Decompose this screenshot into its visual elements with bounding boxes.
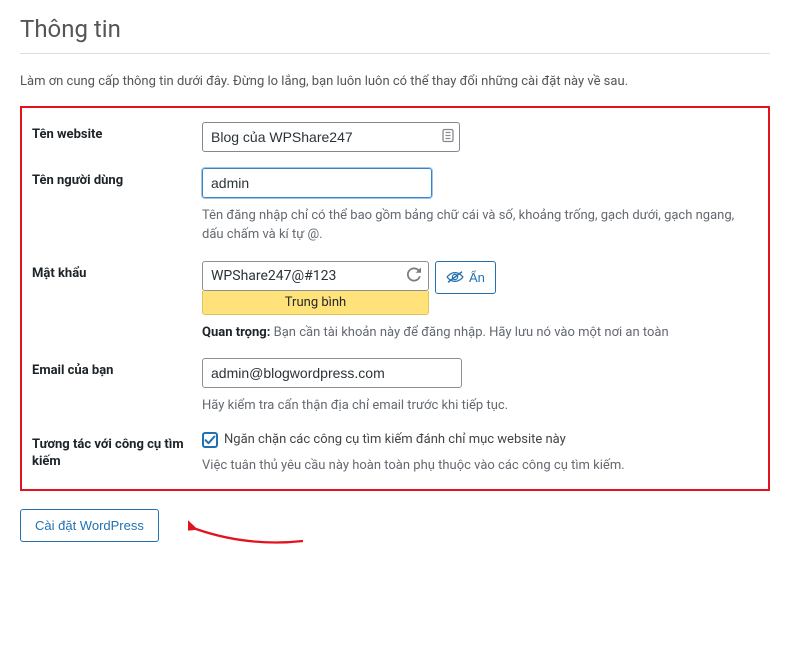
label-site-title: Tên website bbox=[26, 112, 196, 158]
form-table: Tên website Tên người dùng Tên đăng nhập… bbox=[26, 112, 764, 482]
eye-slash-icon bbox=[446, 270, 464, 284]
label-email: Email của bạn bbox=[26, 348, 196, 422]
highlight-box: Tên website Tên người dùng Tên đăng nhập… bbox=[20, 106, 770, 492]
intro-text: Làm ơn cung cấp thông tin dưới đây. Đừng… bbox=[20, 72, 770, 92]
hide-password-button[interactable]: Ẩn bbox=[435, 261, 496, 294]
password-important-note: Quan trọng: Bạn cần tài khoản này để đăn… bbox=[202, 323, 758, 343]
search-engine-checkbox-label: Ngăn chặn các công cụ tìm kiếm đánh chỉ … bbox=[224, 432, 566, 447]
label-username: Tên người dùng bbox=[26, 158, 196, 251]
divider bbox=[20, 53, 770, 54]
submit-row: Cài đặt WordPress bbox=[20, 509, 770, 555]
email-hint: Hãy kiểm tra cẩn thận địa chỉ email trướ… bbox=[202, 396, 758, 416]
row-site-title: Tên website bbox=[26, 112, 764, 158]
row-search-engine: Tương tác với công cụ tìm kiếm Ngăn chặn… bbox=[26, 422, 764, 482]
row-username: Tên người dùng Tên đăng nhập chỉ có thể … bbox=[26, 158, 764, 251]
search-engine-checkbox[interactable] bbox=[202, 432, 218, 448]
page-heading: Thông tin bbox=[20, 15, 770, 43]
hide-button-label: Ẩn bbox=[469, 270, 485, 285]
email-input[interactable] bbox=[202, 358, 462, 388]
search-engine-hint: Việc tuân thủ yêu cầu này hoàn toàn phụ … bbox=[202, 456, 758, 476]
password-regen-icon bbox=[407, 267, 421, 284]
install-wordpress-button[interactable]: Cài đặt WordPress bbox=[20, 509, 159, 542]
username-input[interactable] bbox=[202, 168, 432, 198]
row-password: Mật khẩu Trung bình Ẩn bbox=[26, 251, 764, 349]
site-title-input[interactable] bbox=[202, 122, 460, 152]
row-email: Email của bạn Hãy kiểm tra cẩn thận địa … bbox=[26, 348, 764, 422]
annotation-arrow-icon bbox=[188, 517, 308, 551]
form-input-icon bbox=[442, 128, 454, 145]
label-password: Mật khẩu bbox=[26, 251, 196, 349]
password-input[interactable] bbox=[202, 261, 429, 291]
password-strength-meter: Trung bình bbox=[202, 291, 429, 315]
label-search-engine: Tương tác với công cụ tìm kiếm bbox=[26, 422, 196, 482]
username-hint: Tên đăng nhập chỉ có thể bao gồm bảng ch… bbox=[202, 206, 758, 245]
